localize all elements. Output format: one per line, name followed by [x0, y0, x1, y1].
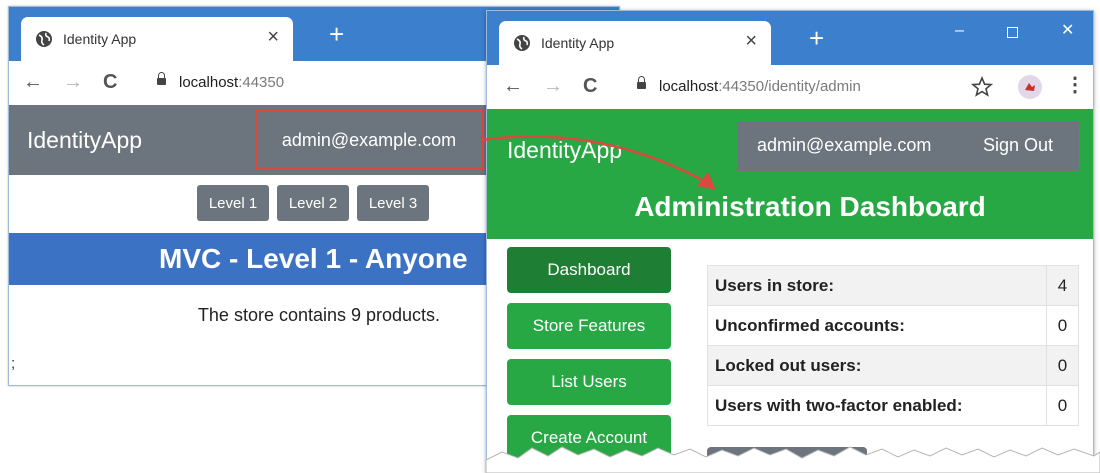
annotation-arrow: [480, 135, 707, 184]
overlay-layer: [480, 135, 1100, 473]
torn-edge: [485, 446, 1100, 473]
annotation-arrowhead: [697, 172, 716, 190]
